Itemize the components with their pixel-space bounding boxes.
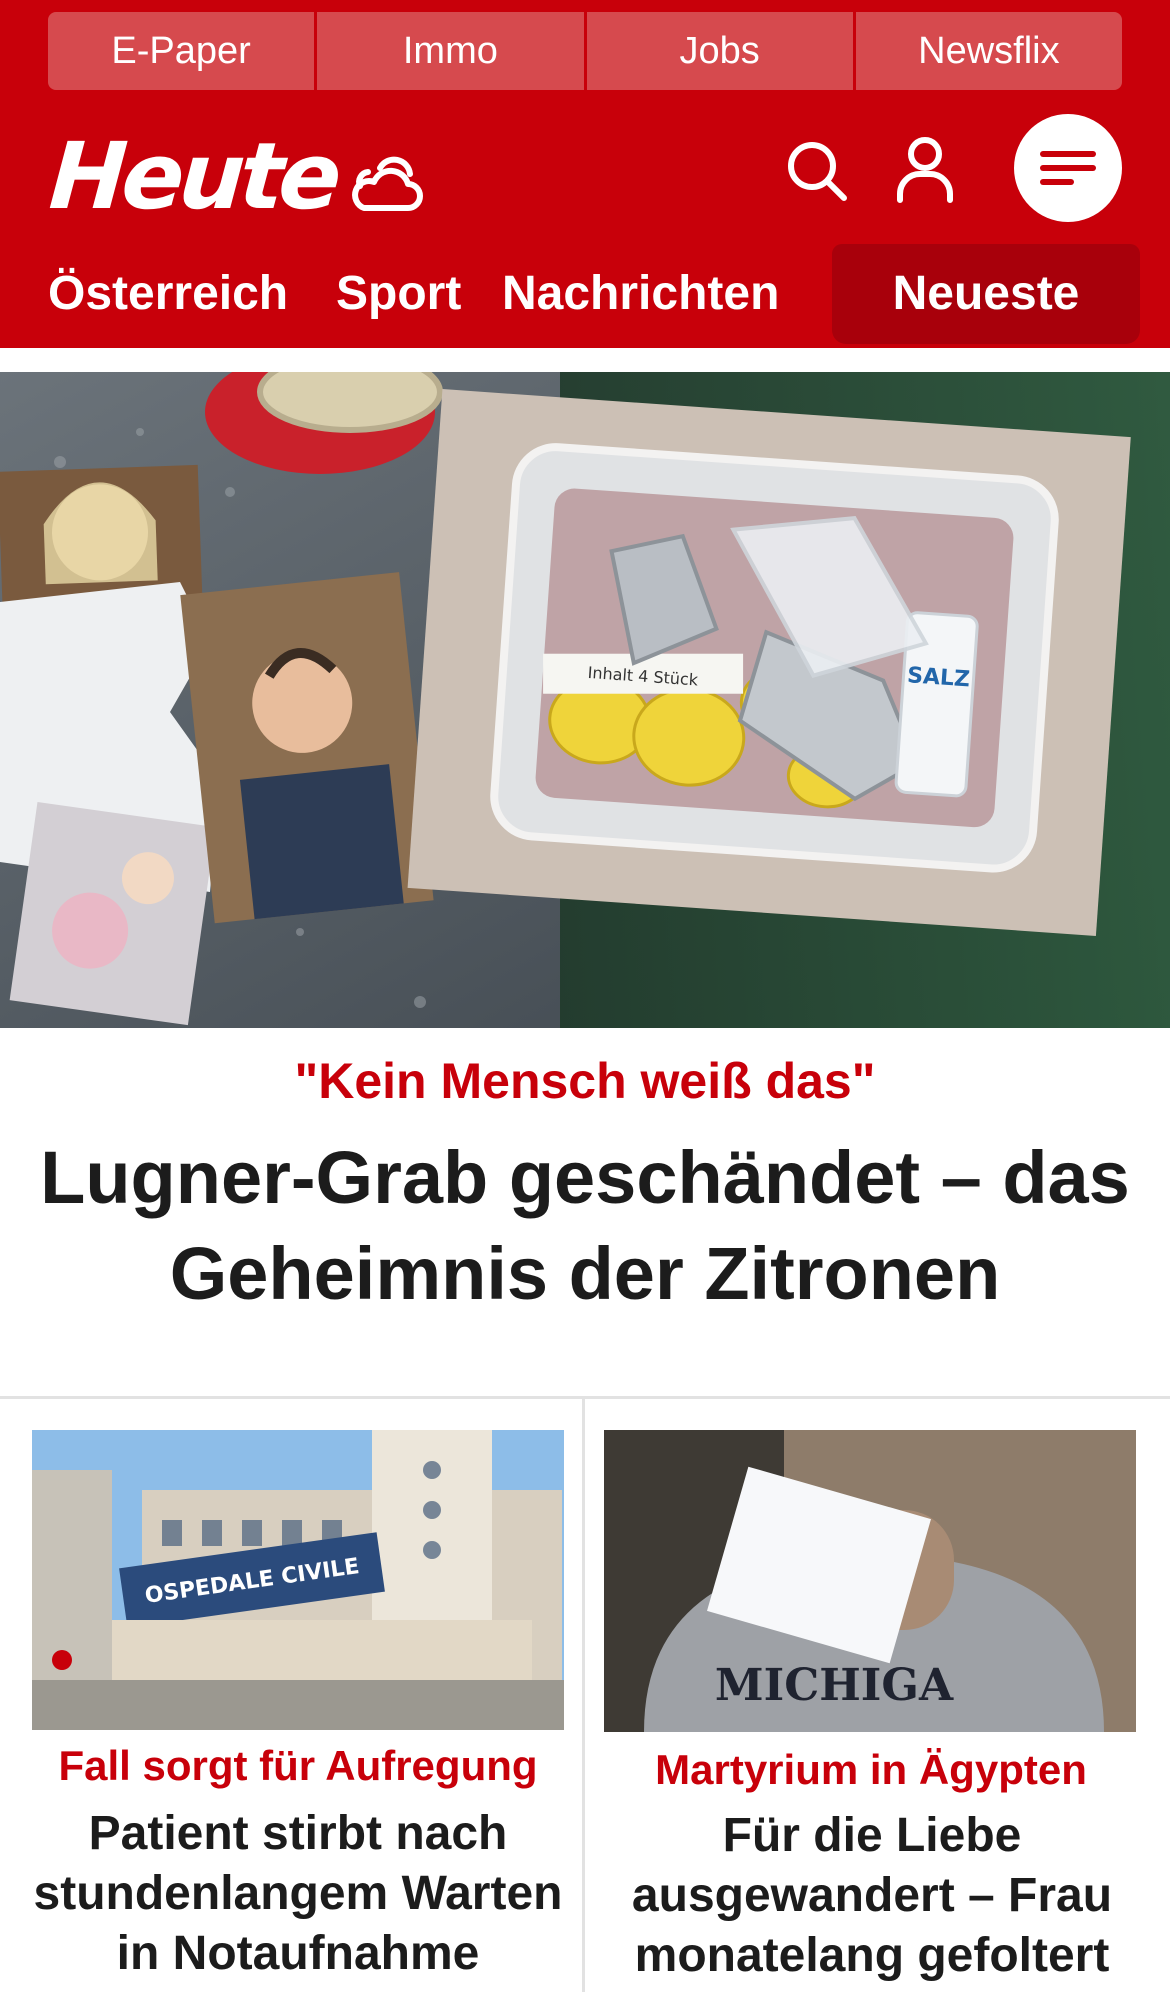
menu-button[interactable] bbox=[1014, 114, 1122, 222]
nav-nachrichten[interactable]: Nachrichten bbox=[502, 244, 779, 344]
teaser-headline[interactable]: Für die Liebe ausgewandert – Frau monate… bbox=[594, 1806, 1150, 1986]
defendant-photo: MICHIGA bbox=[604, 1430, 1136, 1732]
teaser-image-hospital[interactable]: OSPEDALE CIVILE bbox=[32, 1430, 564, 1730]
user-icon[interactable] bbox=[892, 134, 958, 204]
hero-headline[interactable]: Lugner-Grab geschändet – das Geheimnis d… bbox=[40, 1130, 1130, 1322]
hero-photo: Inhalt 4 Stück SALZ bbox=[0, 372, 1170, 1028]
topnav-jobs[interactable]: Jobs bbox=[586, 12, 856, 90]
column-divider bbox=[582, 1399, 585, 1992]
nav-oesterreich[interactable]: Österreich bbox=[48, 244, 288, 344]
nav-neueste[interactable]: Neueste bbox=[832, 244, 1140, 344]
hero-image[interactable]: Inhalt 4 Stück SALZ bbox=[0, 372, 1170, 1028]
main-navigation: Österreich Sport Nachrichten Neueste bbox=[0, 244, 1170, 348]
hero-kicker[interactable]: "Kein Mensch weiß das" bbox=[0, 1052, 1170, 1110]
teaser-kicker[interactable]: Martyrium in Ägypten bbox=[586, 1746, 1156, 1794]
search-icon[interactable] bbox=[784, 138, 850, 204]
nav-sport[interactable]: Sport bbox=[336, 244, 461, 344]
hospital-photo: OSPEDALE CIVILE bbox=[32, 1430, 564, 1730]
svg-text:MICHIGA: MICHIGA bbox=[715, 1660, 954, 1711]
topnav-newsflix[interactable]: Newsflix bbox=[855, 12, 1122, 90]
section-divider bbox=[0, 1396, 1170, 1399]
site-header: E-Paper Immo Jobs Newsflix Heute Österre… bbox=[0, 0, 1170, 348]
svg-text:SALZ: SALZ bbox=[906, 663, 970, 692]
cloud-sun-icon[interactable] bbox=[346, 146, 426, 216]
topnav-epaper[interactable]: E-Paper bbox=[48, 12, 318, 90]
teaser-kicker[interactable]: Fall sorgt für Aufregung bbox=[14, 1742, 582, 1790]
topnav-immo[interactable]: Immo bbox=[317, 12, 587, 90]
menu-icon bbox=[1040, 151, 1096, 185]
top-navigation: E-Paper Immo Jobs Newsflix bbox=[48, 12, 1122, 90]
site-logo[interactable]: Heute bbox=[46, 122, 340, 232]
teaser-headline[interactable]: Patient stirbt nach stundenlangem Warten… bbox=[14, 1804, 582, 1984]
teaser-image-defendant[interactable]: MICHIGA bbox=[604, 1430, 1136, 1732]
